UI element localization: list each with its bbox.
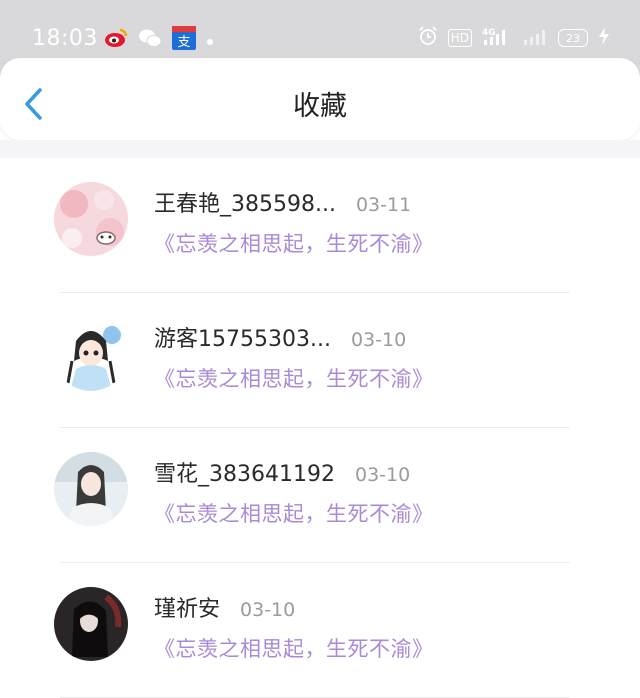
favorites-list: 王春艳_385598... 03-11 《忘羡之相思起，生死不渝》 游客1575… — [0, 158, 640, 698]
favorite-date: 03-11 — [355, 194, 412, 216]
user-name: 雪花_383641192 — [154, 462, 335, 487]
list-item[interactable]: 瑾祈安 03-10 《忘羡之相思起，生死不渝》 — [0, 563, 640, 698]
avatar — [54, 587, 128, 661]
zhi-app-icon: 支 — [172, 26, 196, 54]
header-separator — [0, 140, 640, 158]
user-name: 游客15755303... — [154, 327, 331, 352]
hd-badge: HD — [447, 29, 472, 47]
svg-text:支: 支 — [177, 35, 190, 50]
favorite-title[interactable]: 《忘羡之相思起，生死不渝》 — [154, 363, 434, 393]
user-name: 王春艳_385598... — [154, 192, 336, 217]
favorite-title[interactable]: 《忘羡之相思起，生死不渝》 — [154, 633, 434, 663]
favorite-date: 03-10 — [354, 464, 411, 486]
alarm-icon — [418, 26, 438, 50]
signal-4g-icon: 4G — [482, 26, 512, 50]
battery-indicator: 23 — [558, 29, 588, 47]
favorite-title[interactable]: 《忘羡之相思起，生死不渝》 — [154, 228, 434, 258]
favorite-date: 03-10 — [240, 599, 296, 621]
favorite-title[interactable]: 《忘羡之相思起，生死不渝》 — [154, 498, 434, 528]
list-item[interactable]: 雪花_383641192 03-10 《忘羡之相思起，生死不渝》 — [0, 428, 640, 563]
avatar — [54, 452, 128, 526]
dot-icon — [206, 31, 214, 50]
status-time: 18:03 — [32, 26, 98, 51]
nav-header: 收藏 — [0, 58, 640, 140]
list-item[interactable]: 游客15755303... 03-10 《忘羡之相思起，生死不渝》 — [0, 293, 640, 428]
weibo-icon — [104, 27, 128, 53]
list-item[interactable]: 王春艳_385598... 03-11 《忘羡之相思起，生死不渝》 — [0, 158, 640, 293]
status-right: HD 4G 23 — [418, 26, 610, 50]
svg-text:4G: 4G — [482, 28, 496, 38]
signal-icon — [522, 26, 548, 50]
user-name: 瑾祈安 — [154, 597, 221, 622]
notification-icons: 支 — [104, 26, 214, 54]
charging-icon — [598, 26, 610, 50]
avatar — [54, 182, 128, 256]
page-title: 收藏 — [293, 91, 347, 122]
favorite-date: 03-10 — [350, 329, 407, 351]
wechat-icon — [138, 27, 162, 53]
avatar — [54, 317, 128, 391]
